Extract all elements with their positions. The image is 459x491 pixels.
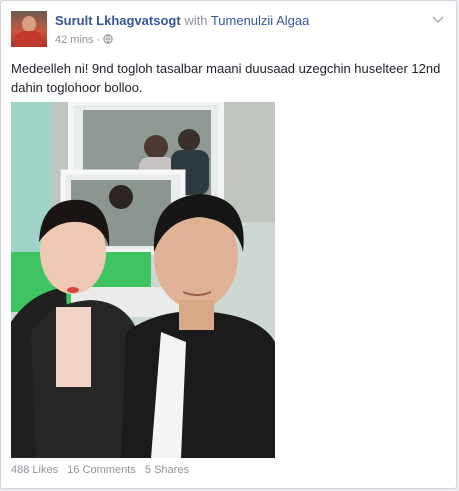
comments-count[interactable]: 16 Comments (67, 464, 135, 476)
author-avatar[interactable] (11, 11, 47, 47)
likes-count[interactable]: 488 Likes (11, 464, 58, 476)
author-name-link[interactable]: Surult Lkhagvatsogt (55, 13, 181, 28)
post-photo[interactable] (11, 102, 275, 458)
post-header: Surult Lkhagvatsogt with Tumenulzii Alga… (55, 13, 309, 28)
chevron-down-icon[interactable] (430, 11, 446, 27)
globe-icon[interactable] (103, 34, 114, 44)
post-timestamp[interactable]: 42 mins (55, 34, 94, 46)
tagged-user-link[interactable]: Tumenulzii Algaa (211, 13, 310, 28)
shares-count[interactable]: 5 Shares (145, 464, 189, 476)
selfie-image (11, 102, 275, 458)
with-word: with (184, 13, 208, 28)
post-meta: 42 mins · (55, 34, 114, 46)
post-card: Surult Lkhagvatsogt with Tumenulzii Alga… (0, 0, 457, 489)
avatar-head (22, 16, 36, 32)
avatar-body (15, 31, 43, 47)
post-text: Medeelleh ni! 9nd togloh tasalbar maani … (11, 61, 441, 95)
engagement-summary: 488 Likes 16 Comments 5 Shares (11, 464, 189, 476)
meta-separator: · (96, 34, 101, 46)
